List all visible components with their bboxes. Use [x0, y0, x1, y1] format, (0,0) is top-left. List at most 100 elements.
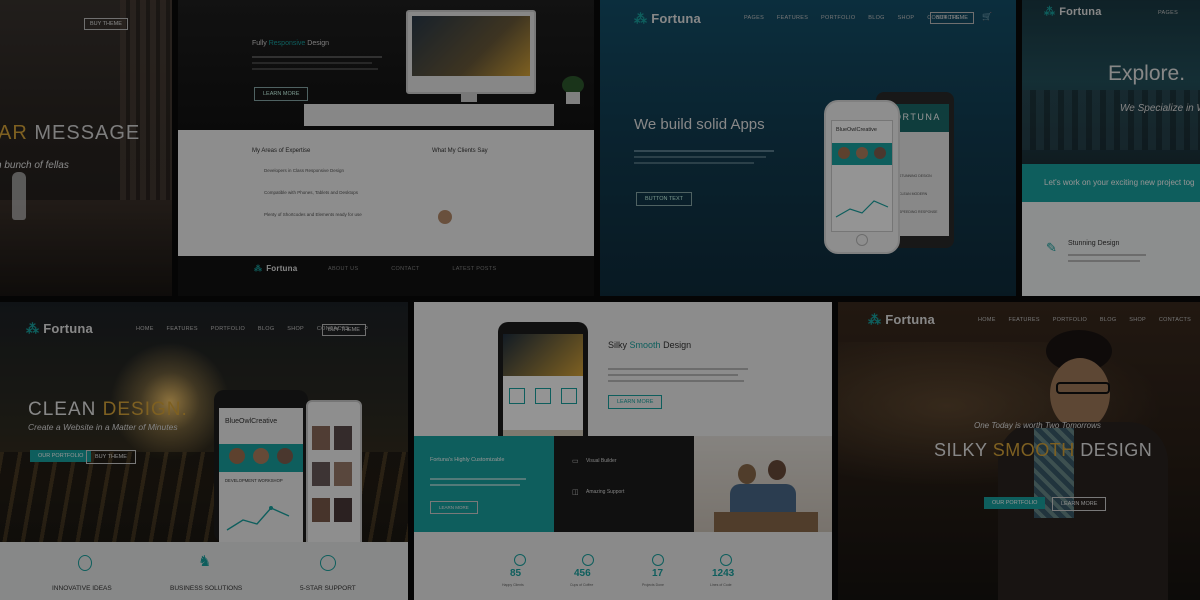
tile-silky-smooth-hero: ⁂ Fortuna HOME FEATURES PORTFOLIO BLOG SH…: [838, 302, 1200, 600]
tile-clean-design: ⁂ Fortuna HOME FEATURES PORTFOLIO BLOG SH…: [0, 302, 408, 600]
stat-value: 85: [510, 568, 522, 579]
nav-item[interactable]: SHOP: [1129, 317, 1146, 323]
visual-builder-label: Visual Builder: [586, 458, 617, 464]
nav-item[interactable]: PORTFOLIO: [1053, 317, 1087, 323]
tile-solid-apps: ⁂ Fortuna PAGES FEATURES PORTFOLIO BLOG S…: [600, 0, 1016, 296]
list-item: Plenty of Shortcodes and Elements ready …: [264, 212, 362, 217]
avatar: [438, 210, 452, 224]
team-photo: [694, 436, 832, 532]
phone-title: BlueOwlCreative: [225, 418, 278, 425]
amazing-support-label: Amazing Support: [586, 489, 625, 495]
buy-theme-button[interactable]: BUY THEME: [84, 18, 128, 30]
stat-value: 1243: [712, 568, 735, 579]
lightbulb-icon: [78, 555, 92, 571]
search-icon[interactable]: ⌕: [364, 323, 368, 333]
feature-business-solutions: BUSINESS SOLUTIONS: [170, 585, 243, 592]
nav-item[interactable]: FEATURES: [777, 15, 808, 21]
nav-item[interactable]: PAGES: [744, 15, 764, 21]
phone-device: BlueOwlCreative: [824, 100, 900, 254]
desktop-monitor: [406, 10, 536, 94]
stat-label: Happy Clients: [502, 583, 524, 587]
list-item: Developers in Class Responsive Design: [264, 168, 345, 173]
chat-icon: ◫: [572, 489, 579, 496]
tablet-device: [306, 400, 362, 552]
teal-panel-title: Fortuna's Highly Customizable: [430, 457, 505, 463]
footer-logo: ⁂ Fortuna: [254, 264, 298, 273]
nav-item[interactable]: FEATURES: [1009, 317, 1040, 323]
cta-banner-text: Let's work on your exciting new project …: [1044, 178, 1195, 187]
stat-label: Projects Done: [642, 583, 664, 587]
tile-street-message: BUY THEME AR MESSAGE h bunch of fellas: [0, 0, 172, 296]
nav-item[interactable]: CONTACTS: [1159, 317, 1191, 323]
site-logo: ⁂ Fortuna: [26, 321, 93, 336]
hero-headline: Explore.: [1108, 62, 1186, 85]
nav-item[interactable]: PORTFOLIO: [821, 15, 855, 21]
hero-headline-partial: AR: [0, 122, 28, 144]
phone-chart: [226, 506, 290, 531]
hero-headline: CLEAN DESIGN.: [28, 399, 188, 420]
nav-item[interactable]: HOME: [978, 317, 996, 323]
phone-chart: [835, 200, 889, 218]
cart-icon[interactable]: 🛒: [982, 12, 992, 21]
stat-icon: [720, 554, 732, 566]
stat-icon: [582, 554, 594, 566]
tile-responsive-design: Fully Responsive Design LEARN MORE My Ar…: [178, 0, 594, 296]
nav-item[interactable]: HOME: [136, 326, 154, 332]
hero-subline: We Specialize in We: [1120, 103, 1200, 114]
learn-more-button[interactable]: LEARN MORE: [1052, 497, 1107, 511]
expertise-list: Developers in Class Responsive Design Co…: [252, 168, 362, 234]
stat-icon: [514, 554, 526, 566]
learn-more-button[interactable]: LEARN MORE: [608, 395, 663, 409]
monitor-icon: ▭: [572, 458, 579, 465]
hero-tagline: One Today is worth Two Tomorrows: [974, 421, 1101, 430]
site-logo: ⁂ Fortuna: [634, 11, 701, 26]
button-text-cta[interactable]: BUTTON TEXT: [636, 192, 692, 206]
section-title: Silky Smooth Design: [608, 340, 692, 350]
stat-label: Cups of Coffee: [570, 583, 594, 587]
stat-icon: [652, 554, 664, 566]
our-portfolio-button[interactable]: OUR PORTFOLIO: [30, 450, 92, 462]
nav-item-pages[interactable]: PAGES: [1158, 10, 1178, 16]
hero-headline: We build solid Apps: [634, 116, 765, 133]
feature-title: Stunning Design: [1068, 240, 1120, 247]
feature-support: 5-STAR SUPPORT: [300, 585, 356, 592]
phone-device: BlueOwlCreative DEVELOPMENT WORKSHOP: [214, 390, 308, 542]
nav-item[interactable]: PORTFOLIO: [211, 326, 245, 332]
tile-silky-smooth-light: Silky Smooth Design LEARN MORE Fortuna's…: [414, 302, 832, 600]
phone-title: BlueOwlCreative: [836, 127, 877, 133]
learn-more-button[interactable]: LEARN MORE: [254, 87, 309, 101]
phone-caption: DEVELOPMENT WORKSHOP: [225, 478, 283, 483]
hero-headline: AR MESSAGE: [0, 122, 140, 145]
main-nav: HOME FEATURES PORTFOLIO BLOG SHOP CONTAC…: [978, 317, 1200, 323]
site-logo: ⁂ Fortuna: [1044, 6, 1102, 18]
person-silhouette: [12, 172, 26, 220]
headset-icon: [320, 555, 336, 571]
feature-innovative-ideas: INNOVATIVE IDEAS: [52, 585, 112, 592]
buy-theme-secondary-button[interactable]: BUY THEME: [86, 450, 136, 464]
tile-explore: ⁂ Fortuna PAGES Explore. We Specialize in…: [1022, 0, 1200, 296]
nav-item[interactable]: FEATURES: [167, 326, 198, 332]
buy-theme-button[interactable]: BUY THEME: [930, 12, 974, 24]
stat-value: 456: [574, 568, 591, 579]
site-logo: ⁂ Fortuna: [868, 312, 935, 327]
nav-item[interactable]: SHOP: [898, 15, 915, 21]
theme-collage: BUY THEME AR MESSAGE h bunch of fellas F…: [0, 0, 1200, 600]
nav-item[interactable]: BLOG: [1100, 317, 1116, 323]
section-title: Fully Responsive Design: [252, 40, 330, 47]
list-item: Compatible with Phones, Tablets and Desk…: [264, 190, 358, 195]
footer-columns: ABOUT US CONTACT LATEST POSTS: [328, 266, 497, 272]
stat-label: Lines of Code: [710, 583, 732, 587]
nav-item[interactable]: BLOG: [868, 15, 884, 21]
nav-item[interactable]: SHOP: [287, 326, 304, 332]
teal-learn-more-button[interactable]: LEARN MORE: [430, 501, 478, 514]
our-portfolio-button[interactable]: OUR PORTFOLIO: [984, 497, 1046, 509]
buy-theme-button[interactable]: BUY THEME: [322, 324, 366, 336]
hero-headline-message: MESSAGE: [34, 122, 141, 144]
hero-subline: Create a Website in a Matter of Minutes: [28, 422, 178, 432]
nav-item[interactable]: BLOG: [258, 326, 274, 332]
pen-icon: ✎: [1046, 240, 1057, 255]
expertise-title: My Areas of Expertise: [252, 148, 311, 154]
stat-value: 17: [652, 568, 664, 579]
clients-title: What My Clients Say: [432, 148, 488, 154]
chess-knight-icon: ♞: [198, 553, 212, 570]
